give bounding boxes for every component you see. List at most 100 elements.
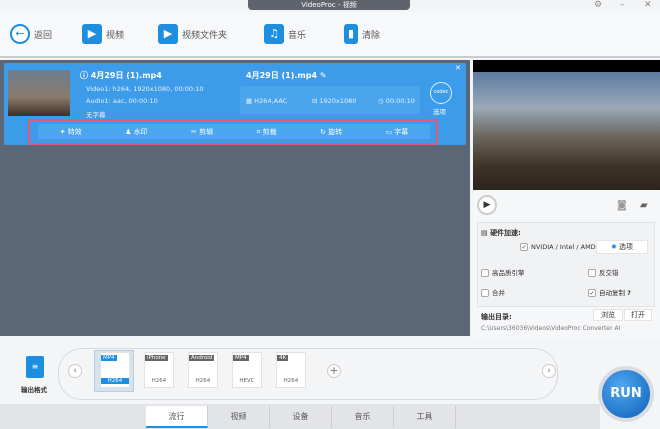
output-path[interactable]: C:\Users\36036\Videos\VideoProc Converte… xyxy=(481,325,620,332)
codec-options-label[interactable]: 选项 xyxy=(433,106,446,116)
crop-button[interactable]: ⌗ 剪裁 xyxy=(256,127,276,137)
deinterlace-label: 反交错 xyxy=(599,269,619,277)
cut-label: 剪辑 xyxy=(199,127,214,136)
add-video-label: 视频 xyxy=(106,30,125,41)
cut-button[interactable]: ✂ 剪辑 xyxy=(191,127,213,137)
format-codec: H264 xyxy=(283,378,299,384)
rotate-button[interactable]: ↻ 旋转 xyxy=(320,127,342,137)
toolbar: ← 返回 ▶ 视频 ▶ 视频文件夹 ♫ 音乐 ▮ 清除 xyxy=(0,12,660,58)
window-title: VideoProc - 视频 xyxy=(248,0,410,10)
output-filename: 4月29日 (1).mp4 xyxy=(246,71,318,80)
watermark-button[interactable]: ♟ 水印 xyxy=(125,127,148,137)
help-icon[interactable]: ? xyxy=(627,289,631,297)
minimize-button[interactable]: – xyxy=(620,0,625,10)
duration-value: 00:00:10 xyxy=(385,97,415,105)
format-mp4-hevc[interactable]: MP4 HEVC xyxy=(232,352,262,388)
effects-label: 特效 xyxy=(67,127,82,136)
add-video-icon: ▶ xyxy=(82,24,102,44)
subtitle-track[interactable]: 无字幕 xyxy=(86,109,106,119)
tab-video[interactable]: 视频 xyxy=(208,406,270,428)
crop-label: 剪裁 xyxy=(262,127,277,136)
browse-button[interactable]: 浏览 xyxy=(593,309,623,321)
format-tag: MP4 xyxy=(233,355,249,361)
close-window-button[interactable]: ✕ xyxy=(644,0,652,10)
video-track[interactable]: Video1: h264, 1920x1080, 00:00:10 xyxy=(86,85,204,93)
merge-label: 合并 xyxy=(492,289,505,297)
subtitle-label: 字幕 xyxy=(394,127,409,136)
rotate-label: 旋转 xyxy=(328,127,343,136)
format-codec: HEVC xyxy=(239,378,255,384)
tab-tools[interactable]: 工具 xyxy=(394,406,456,428)
tab-popular[interactable]: 流行 xyxy=(146,406,208,428)
high-quality-label: 高品质引擎 xyxy=(492,269,525,277)
merge-checkbox[interactable]: 合并 xyxy=(481,287,505,297)
auto-copy-label: 自动复制 xyxy=(599,289,625,297)
info-icon: ⓘ xyxy=(80,71,91,80)
high-quality-checkbox[interactable]: 高品质引擎 xyxy=(481,267,525,277)
source-filename: 4月29日 (1).mp4 xyxy=(90,71,162,80)
watermark-label: 水印 xyxy=(133,127,148,136)
auto-copy-checkbox[interactable]: ✓ 自动复制 ? xyxy=(588,287,631,297)
add-video-button[interactable]: ▶ 视频 xyxy=(82,24,124,44)
format-iphone-h264[interactable]: iPhone H264 xyxy=(144,352,174,388)
format-tag: iPhone xyxy=(145,355,168,361)
add-format-button[interactable]: + xyxy=(327,364,341,378)
settings-gear-icon[interactable]: ⚙ xyxy=(594,0,602,10)
codec-options-icon[interactable]: codec xyxy=(430,82,452,104)
format-tag: 4K xyxy=(277,355,289,361)
format-codec: H264 xyxy=(101,378,129,384)
audio-track[interactable]: Audio1: aac, 00:00:10 xyxy=(86,97,158,105)
format-tag: MP4 xyxy=(101,355,117,361)
back-label: 返回 xyxy=(34,30,53,41)
edit-tools-bar: ✦ 特效 ♟ 水印 ✂ 剪辑 ⌗ 剪裁 ↻ 旋转 ▭ 字幕 xyxy=(38,124,430,139)
output-format-label[interactable]: 输出格式 xyxy=(21,384,47,394)
format-4k-h264[interactable]: 4K H264 xyxy=(276,352,306,388)
format-codec: H264 xyxy=(195,378,211,384)
effects-button[interactable]: ✦ 特效 xyxy=(60,127,82,137)
open-folder-icon[interactable]: ▰ xyxy=(640,200,648,211)
scroll-right-button[interactable]: › xyxy=(542,364,556,378)
play-button[interactable]: ▶ xyxy=(477,195,497,215)
output-dir-label: 输出目录: xyxy=(481,313,512,321)
hw-accel-label: ▤ 硬件加速: xyxy=(481,229,521,237)
hw-accel-checkbox[interactable]: ✓ NVIDIA / Intel / AMD xyxy=(520,243,596,251)
gear-icon: ✹ xyxy=(610,243,617,251)
back-button[interactable]: ← 返回 xyxy=(10,24,52,44)
output-duration: ◷ 00:00:10 xyxy=(378,97,415,105)
open-button[interactable]: 打开 xyxy=(624,309,652,321)
add-music-label: 音乐 xyxy=(288,30,307,41)
add-folder-icon: ▶ xyxy=(158,24,178,44)
output-format-icon[interactable]: ≡ xyxy=(26,356,44,378)
tab-music[interactable]: 音乐 xyxy=(332,406,394,428)
codec-value: H264,AAC xyxy=(254,97,288,105)
hw-option-label: NVIDIA / Intel / AMD xyxy=(531,243,596,251)
tab-device[interactable]: 设备 xyxy=(270,406,332,428)
clear-label: 清除 xyxy=(362,30,381,41)
deinterlace-checkbox[interactable]: 反交错 xyxy=(588,267,619,277)
scroll-left-button[interactable]: ‹ xyxy=(68,364,82,378)
snapshot-camera-icon[interactable]: ◙ xyxy=(617,200,627,211)
hw-options-button[interactable]: ✹ 选项 xyxy=(596,240,648,254)
add-music-button[interactable]: ♫ 音乐 xyxy=(264,24,306,44)
format-tag: Android xyxy=(189,355,215,361)
edit-pencil-icon[interactable]: ✎ xyxy=(320,71,327,80)
add-folder-button[interactable]: ▶ 视频文件夹 xyxy=(158,24,227,44)
trash-icon: ▮ xyxy=(344,24,358,44)
add-folder-label: 视频文件夹 xyxy=(182,30,228,41)
subtitle-button[interactable]: ▭ 字幕 xyxy=(385,127,408,137)
back-arrow-icon: ← xyxy=(10,24,30,44)
clear-button[interactable]: ▮ 清除 xyxy=(344,24,380,44)
format-tabs: 流行 视频 设备 音乐 工具 xyxy=(0,404,600,429)
format-android-h264[interactable]: Android H264 xyxy=(188,352,218,388)
output-resolution: ⊟ 1920x1080 xyxy=(312,97,357,105)
format-mp4-h264[interactable]: MP4 H264 xyxy=(100,352,130,388)
add-music-icon: ♫ xyxy=(264,24,284,44)
resolution-value: 1920x1080 xyxy=(319,97,357,105)
video-thumbnail[interactable] xyxy=(8,70,70,116)
run-button[interactable]: RUN xyxy=(598,366,654,422)
hw-accel-text: 硬件加速: xyxy=(490,229,521,237)
preview-frame xyxy=(473,72,660,190)
hw-options-label: 选项 xyxy=(619,243,634,251)
remove-file-icon[interactable]: ✕ xyxy=(455,64,461,72)
output-codec: ▦ H264,AAC xyxy=(246,97,288,105)
